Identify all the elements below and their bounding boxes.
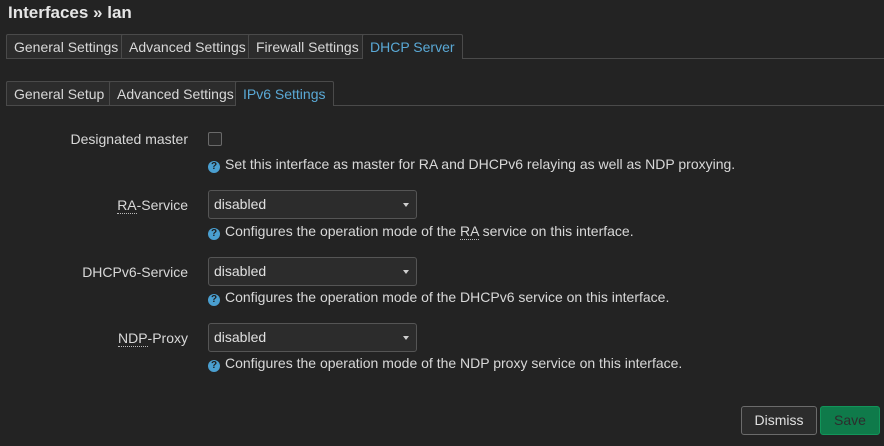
ndp-proxy-label: NDP-Proxy bbox=[117, 330, 188, 347]
ra-service-label-rest: -Service bbox=[136, 197, 188, 213]
sub-tab-bar: General Setup Advanced Settings IPv6 Set… bbox=[6, 81, 884, 106]
subtab-advanced-settings[interactable]: Advanced Settings bbox=[109, 81, 242, 105]
dismiss-button[interactable]: Dismiss bbox=[741, 406, 817, 435]
ra-help-abbr: RA bbox=[460, 223, 479, 240]
ndp-abbr: NDP bbox=[117, 330, 148, 347]
ra-service-help: ? Configures the operation mode of the RA… bbox=[208, 223, 634, 240]
question-circle-icon: ? bbox=[208, 161, 220, 173]
question-circle-icon: ? bbox=[208, 228, 220, 240]
caret-down-icon bbox=[403, 270, 409, 274]
designated-master-help: ? Set this interface as master for RA and… bbox=[208, 156, 735, 173]
question-circle-icon: ? bbox=[208, 294, 220, 306]
subtab-general-setup[interactable]: General Setup bbox=[6, 81, 113, 105]
ndp-proxy-select[interactable]: disabled bbox=[208, 323, 417, 352]
ra-service-label: RA-Service bbox=[117, 197, 188, 214]
tab-general-settings[interactable]: General Settings bbox=[6, 34, 127, 58]
main-tab-bar: General Settings Advanced Settings Firew… bbox=[6, 34, 884, 59]
ndp-proxy-help-text: Configures the operation mode of the NDP… bbox=[225, 355, 683, 371]
caret-down-icon bbox=[403, 336, 409, 340]
ndp-proxy-help: ? Configures the operation mode of the ND… bbox=[208, 355, 682, 372]
ra-service-select[interactable]: disabled bbox=[208, 190, 417, 219]
designated-master-help-text: Set this interface as master for RA and … bbox=[225, 156, 736, 172]
ra-service-help-pre: Configures the operation mode of the bbox=[225, 223, 461, 239]
save-button[interactable]: Save bbox=[820, 406, 880, 435]
ra-abbr: RA bbox=[117, 197, 137, 214]
dhcpv6-service-label: DHCPv6-Service bbox=[82, 264, 188, 280]
ra-service-value: disabled bbox=[214, 196, 267, 212]
tab-dhcp-server[interactable]: DHCP Server bbox=[362, 34, 463, 59]
caret-down-icon bbox=[403, 203, 409, 207]
tab-firewall-settings[interactable]: Firewall Settings bbox=[248, 34, 367, 58]
dhcpv6-service-value: disabled bbox=[214, 263, 267, 279]
dhcpv6-service-select[interactable]: disabled bbox=[208, 257, 417, 286]
ra-service-help-post: service on this interface. bbox=[478, 223, 634, 239]
question-circle-icon: ? bbox=[208, 360, 220, 372]
ndp-proxy-label-rest: -Proxy bbox=[147, 330, 188, 346]
designated-master-checkbox[interactable] bbox=[208, 132, 222, 146]
page-title: Interfaces » lan bbox=[8, 3, 132, 22]
tab-advanced-settings[interactable]: Advanced Settings bbox=[121, 34, 254, 58]
dhcpv6-service-help: ? Configures the operation mode of the DH… bbox=[208, 289, 669, 306]
ndp-proxy-value: disabled bbox=[214, 329, 267, 345]
designated-master-label: Designated master bbox=[70, 131, 188, 147]
subtab-ipv6-settings[interactable]: IPv6 Settings bbox=[235, 81, 334, 106]
dhcpv6-service-help-text: Configures the operation mode of the DHC… bbox=[225, 289, 670, 305]
